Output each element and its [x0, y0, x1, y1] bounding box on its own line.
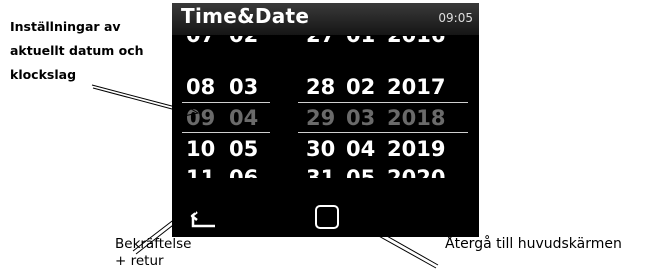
- year-cell: 2020: [387, 166, 446, 178]
- month-cell: 05: [346, 166, 376, 178]
- minute-cell: 03: [229, 75, 259, 99]
- softkey-bar: [172, 199, 479, 237]
- minute-cell: 05: [229, 137, 259, 161]
- selection-line-bottom-time: [182, 132, 270, 133]
- day-cell: 27: [306, 36, 335, 47]
- status-clock: 09:05: [438, 11, 473, 25]
- month-cell: 04: [346, 137, 376, 161]
- annotation-confirm-line1: Bekräftelse: [115, 236, 192, 252]
- hour-cell: 11: [186, 166, 216, 178]
- screen-title: Time&Date: [181, 4, 310, 28]
- annotation-home: Återgå till huvudskärmen: [445, 236, 622, 252]
- selection-line-top-time: [182, 102, 270, 103]
- device-screen: Time&Date 09:05 07 02 27 01 2016 08 03 2…: [172, 3, 479, 237]
- year-cell: 2016: [387, 36, 445, 47]
- minute-cell: 02: [229, 36, 258, 47]
- title-bar: Time&Date 09:05: [172, 3, 479, 35]
- picker-row-clip-top: 07 02 27 01 2016: [172, 36, 479, 47]
- year-cell: 2017: [387, 75, 446, 99]
- hour-cell-selected: 09: [186, 106, 216, 130]
- hour-cell: 10: [186, 137, 216, 161]
- annotation-settings: Inställningar av aktuellt datum och kloc…: [10, 15, 160, 87]
- year-cell-selected: 2018: [387, 106, 446, 130]
- annotation-settings-line1: Inställningar av: [10, 19, 121, 34]
- selection-line-top-date: [298, 102, 468, 103]
- minute-cell: 06: [229, 166, 259, 178]
- hour-cell: 08: [186, 75, 216, 99]
- annotation-settings-line2: aktuellt datum och: [10, 43, 144, 58]
- annotation-confirm: Bekräftelse + retur: [115, 236, 191, 270]
- month-cell: 02: [346, 75, 376, 99]
- annotation-settings-line3: klockslag: [10, 67, 77, 82]
- month-cell: 01: [346, 36, 375, 47]
- selection-line-bottom-date: [298, 132, 468, 133]
- day-cell-selected: 29: [306, 106, 336, 130]
- annotation-confirm-line2: + retur: [115, 253, 164, 269]
- square-home-icon[interactable]: [315, 205, 339, 229]
- year-cell: 2019: [387, 137, 446, 161]
- picker-row-clip-bottom: 11 06 31 05 2020: [172, 166, 479, 178]
- day-cell: 31: [306, 166, 336, 178]
- hour-cell: 07: [186, 36, 215, 47]
- day-cell: 28: [306, 75, 336, 99]
- minute-cell-selected: 04: [229, 106, 259, 130]
- day-cell: 30: [306, 137, 336, 161]
- return-arrow-icon[interactable]: [190, 208, 218, 230]
- month-cell-selected: 03: [346, 106, 376, 130]
